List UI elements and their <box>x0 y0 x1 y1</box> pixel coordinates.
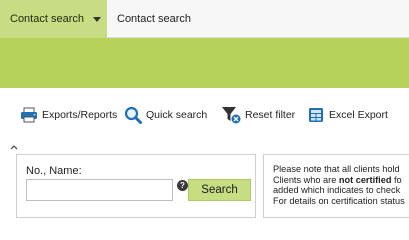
reset-filter-label: Reset filter <box>245 109 296 121</box>
caret-down-icon[interactable] <box>92 16 101 22</box>
excel-icon <box>307 106 325 124</box>
tab-bar: Contact search Contact search <box>0 0 409 38</box>
exports-reports-button[interactable]: Exports/Reports <box>20 104 117 126</box>
page: Contact search Contact search Exports/Re… <box>0 0 409 240</box>
search-field-label: No., Name: <box>26 165 82 177</box>
quick-search-label: Quick search <box>146 109 208 121</box>
chevron-up-icon[interactable] <box>9 139 19 150</box>
printer-icon <box>20 107 38 123</box>
notice-line-2: Clients who are not certified fo <box>273 175 409 186</box>
search-input[interactable] <box>26 179 173 201</box>
excel-export-label: Excel Export <box>329 109 388 121</box>
tab-label: Contact search <box>117 13 191 25</box>
notice-emphasis: not certified <box>338 174 392 185</box>
exports-reports-label: Exports/Reports <box>42 109 118 121</box>
tab-contact-search-active[interactable]: Contact search <box>0 0 107 38</box>
notice-text: Clients who are <box>273 174 339 185</box>
notice-line-1: Please note that all clients hold <box>273 164 400 174</box>
tab-label: Contact search <box>10 13 84 25</box>
tab-contact-search[interactable]: Contact search <box>117 0 191 38</box>
quick-search-button[interactable]: Quick search <box>124 104 207 126</box>
help-icon[interactable]: ? <box>177 180 188 191</box>
search-button[interactable]: Search <box>188 179 251 201</box>
notice-line-4: For details on certification status <box>273 195 405 206</box>
excel-export-button[interactable]: Excel Export <box>307 104 388 126</box>
notice-text: fo <box>391 174 402 185</box>
funnel-reset-icon <box>221 106 241 124</box>
reset-filter-button[interactable]: Reset filter <box>221 104 295 126</box>
magnifier-icon <box>124 106 142 124</box>
search-panel: No., Name: ? Search <box>16 154 256 218</box>
notice-line-3: added which indicates to check <box>273 185 401 195</box>
header-band <box>0 38 409 88</box>
notice-panel: Please note that all clients hold Client… <box>263 154 409 218</box>
toolbar: Exports/Reports Quick search Reset filte… <box>0 100 409 128</box>
